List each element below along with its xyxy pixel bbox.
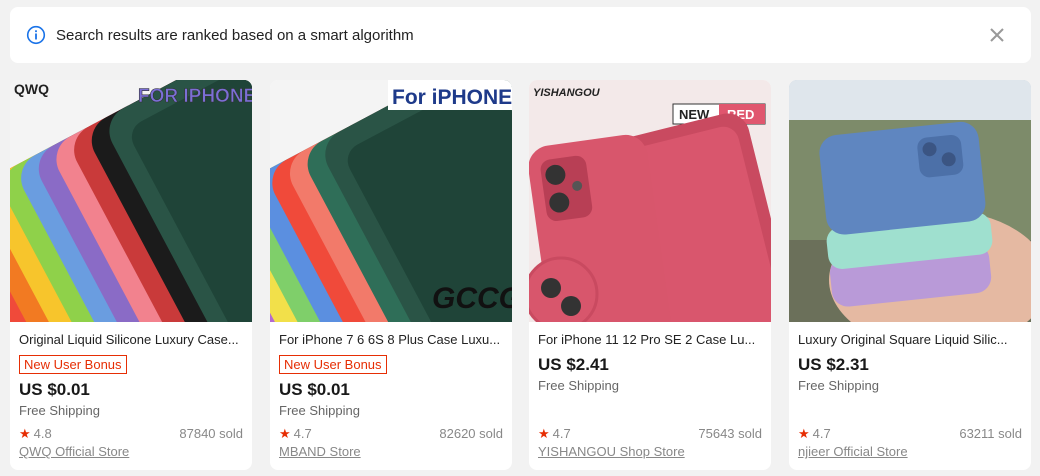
image-caption-text: FOR IPHONE (138, 86, 252, 107)
product-image[interactable]: YISHANGOU NEW RED (529, 80, 771, 322)
product-info: For iPhone 11 12 Pro SE 2 Case Lu... US … (529, 322, 771, 470)
sold-count: 82620 sold (439, 426, 503, 441)
sold-count: 75643 sold (698, 426, 762, 441)
rating: ★ 4.7 (279, 426, 312, 442)
product-meta: ★ 4.8 87840 sold (19, 426, 243, 442)
shipping-text: Free Shipping (538, 378, 619, 393)
notice-text: Search results are ranked based on a sma… (56, 26, 414, 44)
rating-value: 4.7 (293, 426, 312, 441)
store-link[interactable]: YISHANGOU Shop Store (538, 444, 685, 460)
rating-value: 4.8 (33, 426, 52, 441)
shipping-text: Free Shipping (19, 403, 100, 418)
product-price: US $0.01 (279, 380, 350, 399)
close-icon[interactable] (987, 25, 1007, 45)
product-image[interactable]: QWQ FOR IPHONE (10, 80, 252, 322)
rating: ★ 4.7 (798, 426, 831, 442)
product-title[interactable]: For iPhone 7 6 6S 8 Plus Case Luxu... (279, 331, 503, 349)
shipping-text: Free Shipping (279, 403, 360, 418)
product-card[interactable]: YISHANGOU NEW RED For iPhone 11 12 Pro S… (529, 80, 771, 470)
new-user-bonus-badge: New User Bonus (19, 355, 127, 374)
image-caption-text: For iPHONE (392, 86, 512, 109)
star-icon: ★ (798, 426, 810, 441)
image-brand-text: QWQ (14, 81, 49, 97)
product-info: Original Liquid Silicone Luxury Case... … (10, 322, 252, 470)
product-price: US $0.01 (19, 380, 90, 399)
product-meta: ★ 4.7 75643 sold (538, 426, 762, 442)
product-info: Luxury Original Square Liquid Silic... U… (789, 322, 1031, 470)
store-link[interactable]: njieer Official Store (798, 444, 908, 460)
product-title[interactable]: Luxury Original Square Liquid Silic... (798, 331, 1022, 349)
store-link[interactable]: MBAND Store (279, 444, 361, 460)
product-price: US $2.31 (798, 355, 869, 374)
product-price: US $2.41 (538, 355, 609, 374)
rating-value: 4.7 (812, 426, 831, 441)
sold-count: 63211 sold (959, 426, 1022, 441)
product-card[interactable]: QWQ FOR IPHONE Original Liquid Silicone … (10, 80, 252, 470)
rating: ★ 4.7 (538, 426, 571, 442)
image-watermark-text: GCCG (432, 282, 512, 315)
info-notice-bar: Search results are ranked based on a sma… (10, 7, 1031, 63)
product-card[interactable]: For iPHONE GCCG For iPhone 7 6 6S 8 Plus… (270, 80, 512, 470)
product-image[interactable] (789, 80, 1031, 322)
image-brand-text: YISHANGOU (533, 87, 601, 99)
product-title[interactable]: Original Liquid Silicone Luxury Case... (19, 331, 243, 349)
product-image[interactable]: For iPHONE GCCG (270, 80, 512, 322)
new-user-bonus-badge: New User Bonus (279, 355, 387, 374)
star-icon: ★ (19, 426, 31, 441)
star-icon: ★ (279, 426, 291, 441)
product-title[interactable]: For iPhone 11 12 Pro SE 2 Case Lu... (538, 331, 762, 349)
info-circle-icon (26, 25, 46, 45)
product-card[interactable]: Luxury Original Square Liquid Silic... U… (789, 80, 1031, 470)
shipping-text: Free Shipping (798, 378, 879, 393)
star-icon: ★ (538, 426, 550, 441)
product-meta: ★ 4.7 82620 sold (279, 426, 503, 442)
sold-count: 87840 sold (179, 426, 243, 441)
product-info: For iPhone 7 6 6S 8 Plus Case Luxu... Ne… (270, 322, 512, 470)
store-link[interactable]: QWQ Official Store (19, 444, 129, 460)
rating-value: 4.7 (552, 426, 571, 441)
product-meta: ★ 4.7 63211 sold (798, 426, 1022, 442)
rating: ★ 4.8 (19, 426, 52, 442)
product-grid: QWQ FOR IPHONE Original Liquid Silicone … (10, 80, 1031, 470)
